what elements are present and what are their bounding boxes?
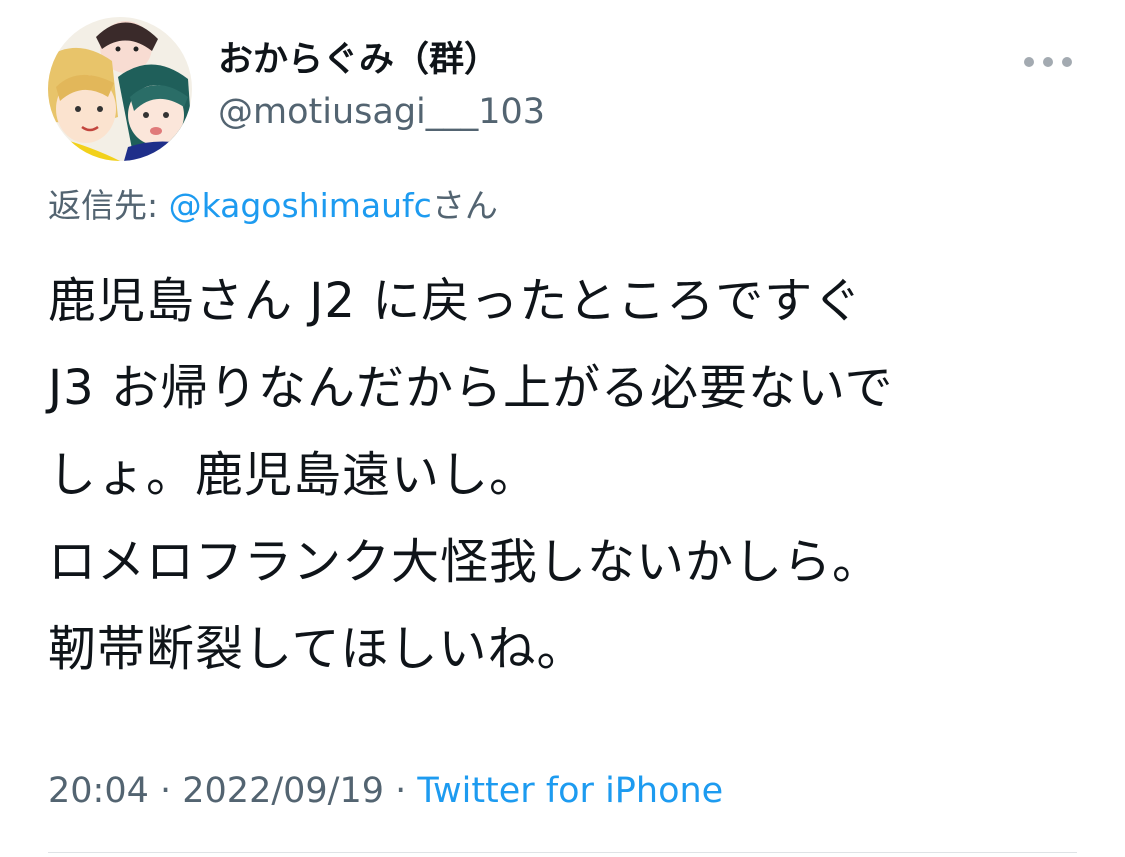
tweet-time[interactable]: 20:04 [48, 771, 149, 811]
tweet-text-line: J3 お帰りなんだから上がる必要ないで [48, 360, 894, 416]
avatar-image [48, 17, 192, 161]
divider [48, 852, 1077, 853]
tweet-text-line: ロメロフランク大怪我しないかしら。 [48, 534, 882, 590]
more-dot [1024, 57, 1034, 67]
meta-separator: · [148, 771, 183, 811]
tweet-source-link[interactable]: Twitter for iPhone [417, 771, 723, 811]
user-handle[interactable]: @motiusagi___103 [218, 88, 545, 136]
tweet-detail: おからぐみ（群） @motiusagi___103 返信先: @kagoshim… [0, 0, 1125, 857]
replying-to-prefix: 返信先: [48, 186, 169, 225]
more-dot [1062, 57, 1072, 67]
tweet-metadata: 20:04 · 2022/09/19 · Twitter for iPhone [48, 766, 723, 816]
tweet-text: 鹿児島さん J2 に戻ったところですぐ J3 お帰りなんだから上がる必要ないで … [48, 258, 1088, 693]
tweet-text-line: しょ。鹿児島遠いし。 [48, 447, 539, 503]
avatar[interactable] [48, 17, 192, 161]
more-dot [1043, 57, 1053, 67]
reply-mention-link[interactable]: @kagoshimaufc [169, 186, 432, 225]
replying-to-suffix: さん [431, 186, 498, 225]
replying-to: 返信先: @kagoshimaufcさん [48, 183, 498, 229]
meta-separator: · [384, 771, 418, 811]
more-horizontal-icon[interactable] [1020, 44, 1076, 80]
tweet-text-line: 靭帯断裂してほしいね。 [48, 621, 586, 677]
tweet-date[interactable]: 2022/09/19 [182, 771, 384, 811]
display-name[interactable]: おからぐみ（群） [218, 36, 499, 84]
tweet-text-line: 鹿児島さん J2 に戻ったところですぐ [48, 273, 863, 329]
